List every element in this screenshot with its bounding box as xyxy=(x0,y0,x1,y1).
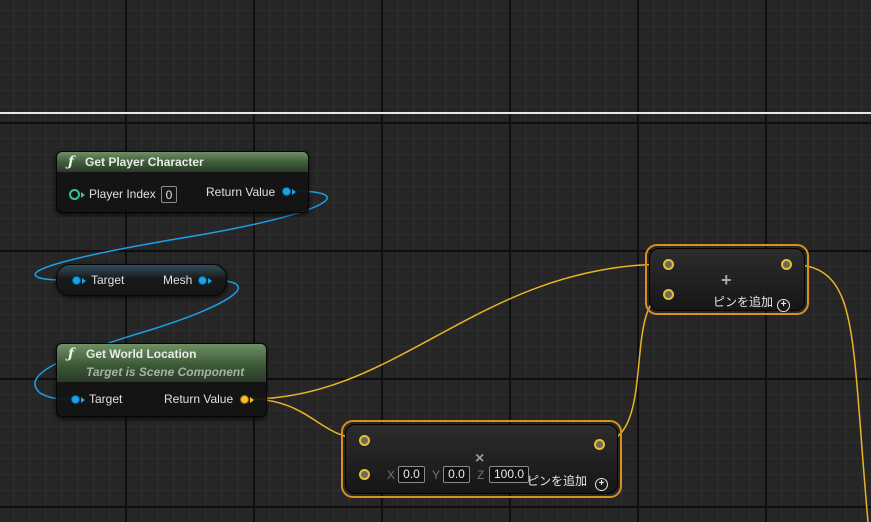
return-value-pin[interactable] xyxy=(240,395,249,404)
y-label: Y xyxy=(432,468,441,482)
add-pin-icon: + xyxy=(777,299,791,312)
player-index-label: Player Index xyxy=(89,187,156,201)
add-pin-label: ピンを追加 xyxy=(713,295,774,309)
y-input[interactable]: 0.0 xyxy=(443,466,470,483)
add-pin-icon: + xyxy=(595,478,609,491)
x-label: X xyxy=(387,468,396,482)
node-title: Get World Location xyxy=(86,347,197,361)
input-a-pin[interactable] xyxy=(663,259,674,270)
add-pin-button[interactable]: ピンを追加 + xyxy=(527,472,609,491)
z-label: Z xyxy=(477,468,485,482)
input-b-pin[interactable] xyxy=(663,289,674,300)
return-value-label: Return Value xyxy=(164,392,234,406)
node-title: Get Player Character xyxy=(85,155,204,169)
target-label: Target xyxy=(89,392,123,406)
node-get-player-character[interactable]: ƒ Get Player Character Player Index 0 Re… xyxy=(56,151,309,213)
node-subtitle: Target is Scene Component xyxy=(86,365,245,379)
input-a-pin[interactable] xyxy=(359,435,370,446)
pin-arrow-icon xyxy=(81,397,85,403)
node-header[interactable]: ƒ Get World Location Target is Scene Com… xyxy=(57,344,266,382)
target-pin[interactable] xyxy=(72,276,81,285)
pin-arrow-icon xyxy=(292,189,296,195)
function-icon: ƒ xyxy=(68,154,75,170)
target-label: Target xyxy=(91,273,125,287)
player-index-input[interactable]: 0 xyxy=(161,186,177,203)
target-pin[interactable] xyxy=(71,395,80,404)
output-pin[interactable] xyxy=(781,259,792,270)
multiply-operator-icon: × xyxy=(475,450,485,467)
node-vector-multiply[interactable]: × X 0.0 Y 0.0 Z 100.0 ピンを追加 + xyxy=(345,424,618,494)
function-icon: ƒ xyxy=(68,346,75,362)
node-header[interactable]: ƒ Get Player Character xyxy=(57,152,308,172)
pin-arrow-icon xyxy=(81,192,85,198)
return-value-pin[interactable] xyxy=(282,187,291,196)
node-get-world-location[interactable]: ƒ Get World Location Target is Scene Com… xyxy=(56,343,267,417)
input-b-pin[interactable] xyxy=(359,469,370,480)
add-pin-label: ピンを追加 xyxy=(527,474,588,488)
z-input[interactable]: 100.0 xyxy=(489,466,529,483)
add-operator-icon: + xyxy=(721,270,732,290)
mesh-pin[interactable] xyxy=(198,276,207,285)
node-mesh-getter[interactable]: Target Mesh xyxy=(56,264,227,296)
mesh-label: Mesh xyxy=(163,273,193,287)
pin-arrow-icon xyxy=(82,278,86,284)
x-input[interactable]: 0.0 xyxy=(398,466,425,483)
return-value-label: Return Value xyxy=(206,185,276,199)
wire-location-to-add[interactable] xyxy=(249,263,669,400)
pin-arrow-icon xyxy=(250,397,254,403)
output-pin[interactable] xyxy=(594,439,605,450)
player-index-pin[interactable] xyxy=(69,189,80,200)
pin-arrow-icon xyxy=(208,278,212,284)
node-vector-add[interactable]: + ピンを追加 + xyxy=(649,248,805,312)
add-pin-button[interactable]: ピンを追加 + xyxy=(713,293,791,312)
